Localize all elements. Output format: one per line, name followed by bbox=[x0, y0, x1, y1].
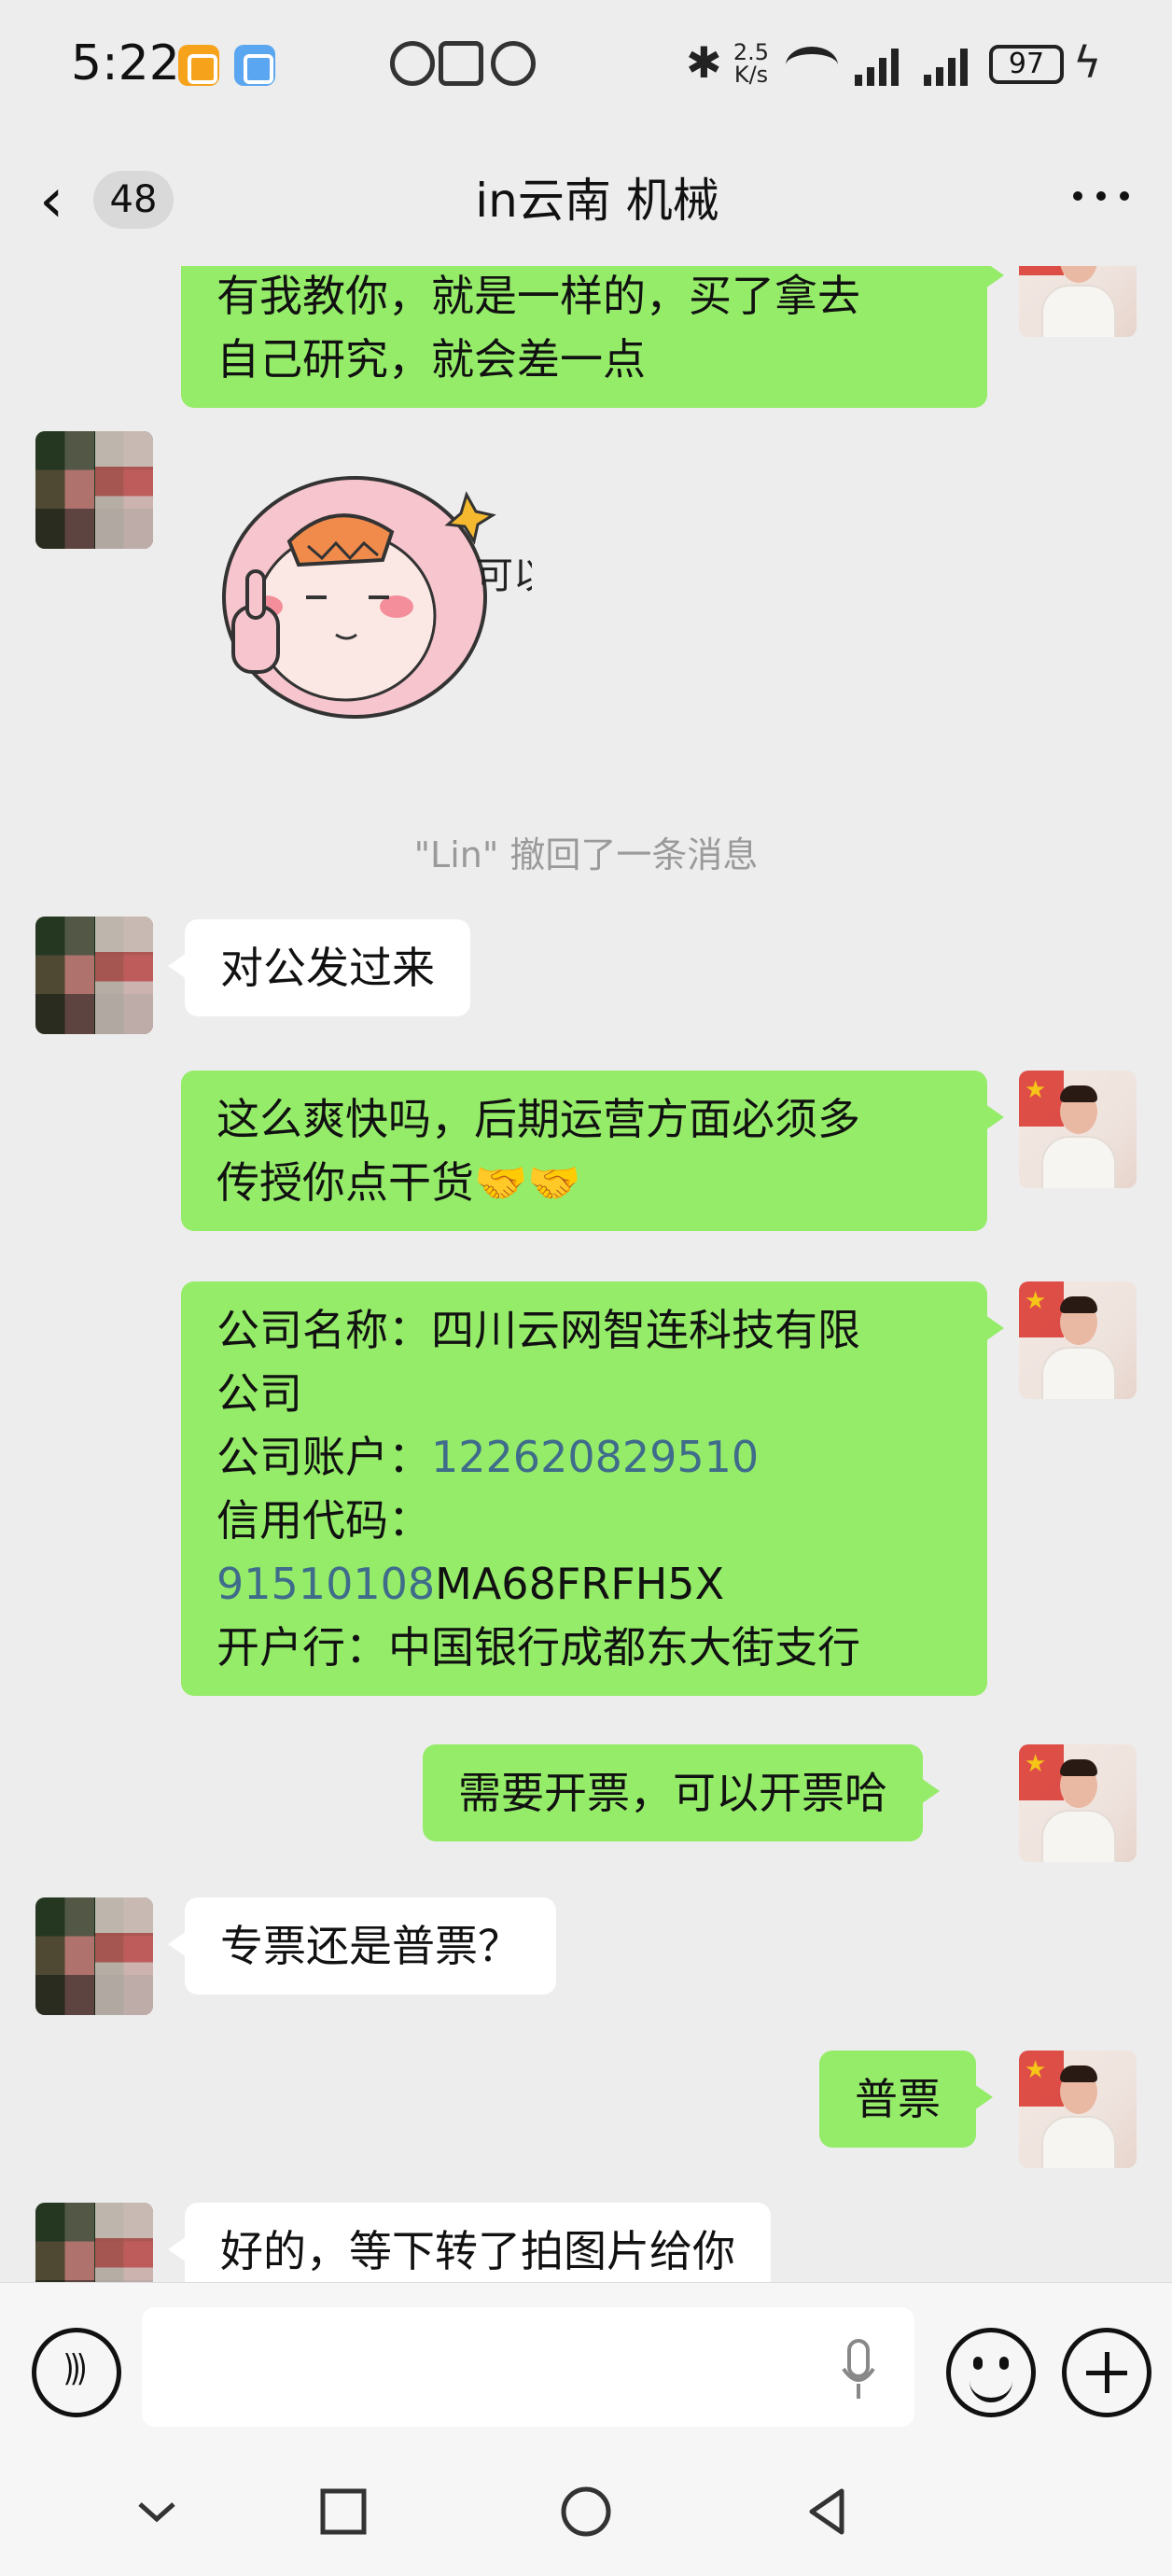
back-triangle-icon[interactable] bbox=[799, 2482, 858, 2541]
chat-title: in云南 机械 bbox=[475, 174, 719, 228]
message-bubble[interactable]: 好的，等下转了拍图片给你 bbox=[168, 2203, 771, 2282]
message-bubble[interactable]: 对公发过来 bbox=[168, 919, 470, 1016]
more-dots-icon[interactable] bbox=[1073, 191, 1129, 210]
system-nav-bar bbox=[0, 2450, 1172, 2576]
chat-header: ‹ 48 in云南 机械 bbox=[0, 135, 1172, 266]
my-avatar[interactable]: ★ bbox=[1019, 266, 1137, 337]
recent-apps-icon[interactable] bbox=[314, 2482, 373, 2541]
status-time: 5:22 bbox=[71, 35, 180, 91]
signal-icon bbox=[855, 47, 903, 86]
my-avatar[interactable]: ★ bbox=[1019, 1281, 1137, 1399]
alarm-icon bbox=[491, 41, 536, 86]
voice-icon[interactable] bbox=[32, 2328, 121, 2417]
message-line: 自己研究，就会差一点 bbox=[216, 334, 646, 385]
message-bubble[interactable]: 普票 bbox=[819, 2051, 993, 2148]
charging-icon: ϟ bbox=[1073, 37, 1102, 88]
chevron-left-icon[interactable]: ‹ bbox=[39, 165, 95, 236]
sticker-image[interactable]: 可以 bbox=[196, 457, 532, 737]
signal-icon bbox=[924, 47, 972, 86]
message-bubble[interactable]: 需要开票，可以开票哈 bbox=[423, 1744, 940, 1841]
company-name-cont: 公司 bbox=[216, 1368, 302, 1419]
recall-notice: "Lin" 撤回了一条消息 bbox=[413, 834, 759, 875]
input-bar bbox=[0, 2282, 1172, 2450]
message-line: 这么爽快吗，后期运营方面必须多 bbox=[216, 1094, 860, 1144]
account-label: 公司账户： bbox=[216, 1432, 431, 1482]
network-speed: 2.5 K/s bbox=[732, 39, 770, 88]
message-line: 有我教你，就是一样的，买了拿去 bbox=[216, 271, 860, 321]
my-avatar[interactable]: ★ bbox=[1019, 1744, 1137, 1862]
message-input[interactable] bbox=[142, 2307, 914, 2427]
my-avatar[interactable]: ★ bbox=[1019, 1071, 1137, 1188]
company-label: 公司名称： bbox=[216, 1305, 431, 1355]
contact-avatar[interactable] bbox=[35, 431, 153, 549]
message-line: 传授你点干货🤝🤝 bbox=[216, 1157, 581, 1208]
status-bar: 5:22 ✱ 2.5 K/s 97 ϟ bbox=[0, 0, 1172, 135]
contact-avatar[interactable] bbox=[35, 2203, 153, 2282]
sticker-text: 可以 bbox=[476, 554, 532, 597]
bank-name: 中国银行成都东大街支行 bbox=[388, 1622, 860, 1673]
bank-label: 开户行： bbox=[216, 1622, 388, 1673]
nfc-status-icon bbox=[390, 41, 435, 86]
message-bubble[interactable]: 专票还是普票？ bbox=[168, 1897, 556, 1995]
home-icon[interactable] bbox=[556, 2482, 616, 2541]
emoji-icon[interactable] bbox=[946, 2328, 1036, 2417]
battery-indicator: 97 bbox=[989, 45, 1064, 84]
account-number-link[interactable]: 122620829510 bbox=[431, 1432, 759, 1482]
my-avatar[interactable]: ★ bbox=[1019, 2051, 1137, 2168]
unread-count-badge[interactable]: 48 bbox=[93, 171, 174, 229]
company-name: 四川云网智连科技有限 bbox=[431, 1305, 860, 1355]
microphone-icon[interactable] bbox=[840, 2337, 877, 2412]
app-notification-icon bbox=[178, 45, 219, 86]
credit-digits-link[interactable]: 91510108 bbox=[216, 1559, 435, 1609]
credit-label: 信用代码： bbox=[216, 1495, 431, 1546]
contact-avatar[interactable] bbox=[35, 1897, 153, 2015]
message-bubble[interactable]: 有我教你，就是一样的，买了拿去 自己研究，就会差一点 bbox=[181, 266, 1004, 408]
app-notification-icon bbox=[234, 45, 275, 86]
message-bubble[interactable]: 这么爽快吗，后期运营方面必须多 传授你点干货🤝🤝 bbox=[181, 1071, 1004, 1231]
bluetooth-icon: ✱ bbox=[686, 37, 722, 88]
company-info-bubble[interactable]: 公司名称：四川云网智连科技有限 公司 公司账户：122620829510 信用代… bbox=[181, 1281, 1004, 1696]
credit-suffix: MA68FRFH5X bbox=[435, 1559, 725, 1609]
n-status-icon bbox=[439, 41, 483, 86]
message-list[interactable]: 有我教你，就是一样的，买了拿去 自己研究，就会差一点 ★ 可以 "Lin" 撤回… bbox=[0, 266, 1172, 2282]
wifi-icon bbox=[786, 47, 838, 84]
plus-icon[interactable] bbox=[1062, 2328, 1151, 2417]
contact-avatar[interactable] bbox=[35, 917, 153, 1034]
chevron-down-icon[interactable] bbox=[127, 2482, 187, 2541]
